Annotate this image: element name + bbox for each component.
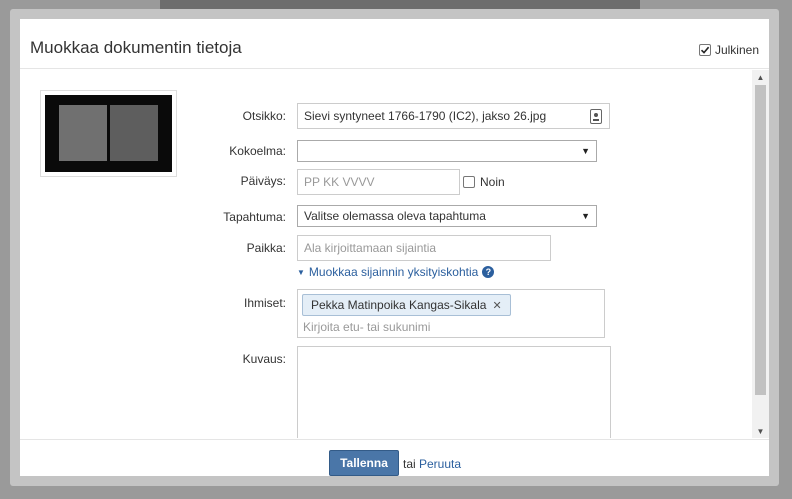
approx-toggle[interactable]: Noin <box>463 175 505 189</box>
approx-checkbox[interactable] <box>463 176 475 188</box>
dialog-title: Muokkaa dokumentin tietoja <box>30 38 242 57</box>
scroll-up-icon[interactable]: ▲ <box>752 70 769 84</box>
scroll-down-icon[interactable]: ▼ <box>752 424 769 438</box>
place-details-text: Muokkaa sijainnin yksityiskohtia <box>308 265 479 279</box>
collection-label: Kokoelma: <box>229 144 286 158</box>
remove-icon[interactable]: ✕ <box>492 299 501 312</box>
dialog-footer: Tallenna tai Peruuta <box>20 439 769 476</box>
dialog-body: Otsikko: Sievi syntyneet 1766-1790 (IC2)… <box>20 70 769 438</box>
approx-label: Noin <box>480 175 505 189</box>
document-thumbnail[interactable] <box>40 90 177 177</box>
or-text: tai <box>403 457 416 471</box>
edit-document-dialog: Muokkaa dokumentin tietoja Julkinen Otsi… <box>10 9 779 486</box>
people-label: Ihmiset: <box>243 296 286 310</box>
save-button[interactable]: Tallenna <box>329 450 399 476</box>
cancel-link[interactable]: Peruuta <box>419 457 461 471</box>
place-placeholder: Ala kirjoittamaan sijaintia <box>304 241 437 255</box>
place-details-link[interactable]: ▼ Muokkaa sijainnin yksityiskohtia ? <box>297 265 495 279</box>
person-tag: Pekka Matinpoika Kangas-Sikala ✕ <box>302 294 511 316</box>
chevron-down-icon: ▼ <box>297 267 305 277</box>
help-icon[interactable]: ? <box>482 266 495 278</box>
event-label: Tapahtuma: <box>223 210 286 224</box>
chevron-down-icon: ▼ <box>581 146 590 156</box>
date-label: Päiväys: <box>240 174 286 188</box>
event-value: Valitse olemassa oleva tapahtuma <box>304 209 486 223</box>
place-input[interactable]: Ala kirjoittamaan sijaintia <box>297 235 551 261</box>
dialog-content: Muokkaa dokumentin tietoja Julkinen Otsi… <box>20 19 769 476</box>
people-placeholder[interactable]: Kirjoita etu- tai sukunimi <box>303 320 430 334</box>
event-select[interactable]: Valitse olemassa oleva tapahtuma ▼ <box>297 205 597 227</box>
chevron-down-icon: ▼ <box>581 211 590 221</box>
document-image <box>45 95 172 172</box>
dialog-scrollbar[interactable]: ▲ ▼ <box>752 70 769 438</box>
collection-select[interactable]: ▼ <box>297 140 597 162</box>
title-field[interactable]: Sievi syntyneet 1766-1790 (IC2), jakso 2… <box>297 103 610 129</box>
title-label: Otsikko: <box>242 109 286 123</box>
public-label: Julkinen <box>714 43 759 57</box>
person-tag-label: Pekka Matinpoika Kangas-Sikala <box>311 298 487 312</box>
public-toggle[interactable]: Julkinen <box>698 43 759 57</box>
people-input[interactable]: Pekka Matinpoika Kangas-Sikala ✕ Kirjoit… <box>297 289 605 338</box>
place-label: Paikka: <box>246 241 286 255</box>
dialog-header: Muokkaa dokumentin tietoja Julkinen <box>20 19 769 69</box>
title-value: Sievi syntyneet 1766-1790 (IC2), jakso 2… <box>304 109 547 123</box>
id-card-icon[interactable] <box>590 109 602 124</box>
date-input[interactable]: PP KK VVVV <box>297 169 460 195</box>
date-placeholder: PP KK VVVV <box>304 175 375 189</box>
description-label: Kuvaus: <box>242 352 286 366</box>
description-textarea[interactable] <box>297 346 611 438</box>
checkmark-icon <box>700 46 710 54</box>
scroll-thumb[interactable] <box>755 85 766 395</box>
public-checkbox[interactable] <box>698 44 711 56</box>
